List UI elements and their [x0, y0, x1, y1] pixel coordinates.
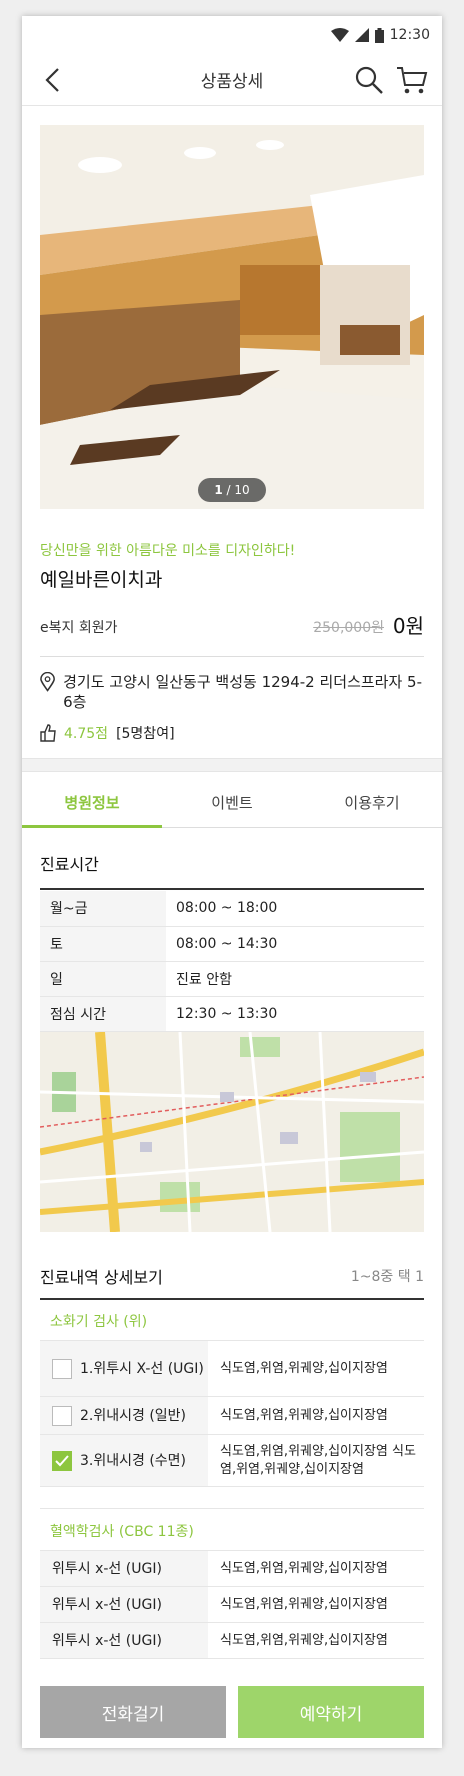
item-description: 식도염,위염,위궤양,십이지장염 [220, 1360, 388, 1376]
location-map[interactable] [40, 1032, 424, 1232]
product-tagline: 당신만을 위한 아름다운 미소를 디자인하다! [40, 543, 296, 559]
original-price: 250,000원 [313, 620, 384, 636]
status-bar: 12:30 [22, 16, 442, 54]
search-icon[interactable] [354, 65, 384, 95]
product-photo[interactable] [40, 125, 424, 509]
signal-icon [354, 28, 369, 42]
hours-time: 진료 안함 [166, 961, 424, 997]
table-row: 토 08:00 ~ 14:30 [40, 926, 424, 962]
list-item[interactable]: 3.위내시경 (수면) 식도염,위염,위궤양,십이지장염 식도염,위염,위궤양,… [40, 1435, 424, 1487]
item-description: 식도염,위염,위궤양,십이지장염 [220, 1596, 388, 1612]
rating-count: [5명참여] [116, 726, 175, 742]
section-spacer [22, 758, 442, 772]
table-row: 일 진료 안함 [40, 961, 424, 997]
tab-reviews[interactable]: 이용후기 [302, 782, 442, 827]
gallery-pager: 1 / 10 [198, 478, 266, 502]
address-row: 경기도 고양시 일산동구 백성동 1294-2 리더스프라자 5-6층 [40, 672, 424, 712]
wifi-icon [330, 28, 349, 42]
list-item[interactable]: 1.위투시 X-선 (UGI) 식도염,위염,위궤양,십이지장염 [40, 1341, 424, 1397]
details-title: 진료내역 상세보기 [40, 1268, 163, 1287]
hours-day: 월~금 [40, 891, 166, 927]
item-name: 위투시 x-선 (UGI) [40, 1551, 208, 1586]
divider [40, 656, 424, 657]
hours-time: 12:30 ~ 13:30 [166, 996, 424, 1032]
list-item[interactable]: 2.위내시경 (일반) 식도염,위염,위궤양,십이지장염 [40, 1397, 424, 1435]
hours-table: 월~금 08:00 ~ 18:00 토 08:00 ~ 14:30 일 진료 안함 점… [40, 891, 424, 1032]
hours-time: 08:00 ~ 18:00 [166, 891, 424, 927]
battery-icon [374, 27, 384, 43]
rating-score: 4.75점 [64, 726, 109, 742]
table-row: 위투시 x-선 (UGI) 식도염,위염,위궤양,십이지장염 [40, 1587, 424, 1623]
category-label: 혈액학검사 (CBC 11종) [50, 1524, 194, 1540]
hours-day: 점심 시간 [40, 996, 166, 1032]
table-row: 월~금 08:00 ~ 18:00 [40, 891, 424, 927]
item-description: 식도염,위염,위궤양,십이지장염 [220, 1632, 388, 1648]
table-row: 위투시 x-선 (UGI) 식도염,위염,위궤양,십이지장염 [40, 1623, 424, 1659]
divider [40, 1298, 424, 1300]
checkbox-checked[interactable] [52, 1450, 72, 1471]
item-name: 2.위내시경 (일반) [80, 1407, 187, 1424]
category-label: 소화기 검사 (위) [50, 1314, 148, 1330]
hours-time: 08:00 ~ 14:30 [166, 926, 424, 962]
hours-day: 일 [40, 961, 166, 997]
item-name: 3.위내시경 (수면) [80, 1452, 187, 1469]
member-price-label: e복지 회원가 [40, 620, 118, 636]
item-name: 위투시 x-선 (UGI) [40, 1587, 208, 1622]
product-name: 예일바른이치과 [40, 569, 163, 591]
item-name: 1.위투시 X-선 (UGI) [80, 1360, 204, 1377]
item-name: 위투시 x-선 (UGI) [40, 1623, 208, 1658]
hours-title: 진료시간 [40, 855, 99, 874]
sale-price: 0원 [392, 614, 424, 638]
divider [40, 1508, 424, 1509]
back-arrow-icon[interactable] [40, 66, 68, 94]
rating-row: 4.75점 [5명참여] [40, 723, 175, 743]
item-description: 식도염,위염,위궤양,십이지장염 [220, 1407, 388, 1423]
location-pin-icon [40, 672, 55, 692]
phone-screen: 12:30 상품상세 1 / 10 당신만을 위한 아름다운 미소를 디자인하다… [22, 16, 442, 1748]
thumbs-up-icon [40, 724, 56, 742]
tab-events[interactable]: 이벤트 [162, 782, 302, 827]
tab-hospital-info[interactable]: 병원정보 [22, 782, 162, 828]
check-icon [55, 1454, 69, 1466]
address-text: 경기도 고양시 일산동구 백성동 1294-2 리더스프라자 5-6층 [63, 673, 423, 711]
item-description: 식도염,위염,위궤양,십이지장염 식도염,위염,위궤양,십이지장염 [220, 1443, 416, 1477]
status-time: 12:30 [389, 27, 430, 43]
call-button[interactable]: 전화걸기 [40, 1686, 226, 1738]
details-count: 1~8중 택 1 [350, 1269, 424, 1285]
reserve-button[interactable]: 예약하기 [238, 1686, 424, 1738]
item-description: 식도염,위염,위궤양,십이지장염 [220, 1560, 388, 1576]
app-bar: 상품상세 [22, 54, 442, 106]
table-row: 위투시 x-선 (UGI) 식도염,위염,위궤양,십이지장염 [40, 1551, 424, 1587]
cart-icon[interactable] [396, 65, 428, 95]
checkbox[interactable] [52, 1358, 72, 1379]
hours-day: 토 [40, 926, 166, 962]
bottom-action-bar: 전화걸기 예약하기 [22, 1680, 442, 1748]
table-row: 점심 시간 12:30 ~ 13:30 [40, 996, 424, 1032]
checkbox[interactable] [52, 1405, 72, 1426]
divider [40, 888, 424, 890]
tab-bar: 병원정보 이벤트 이용후기 [22, 782, 442, 828]
